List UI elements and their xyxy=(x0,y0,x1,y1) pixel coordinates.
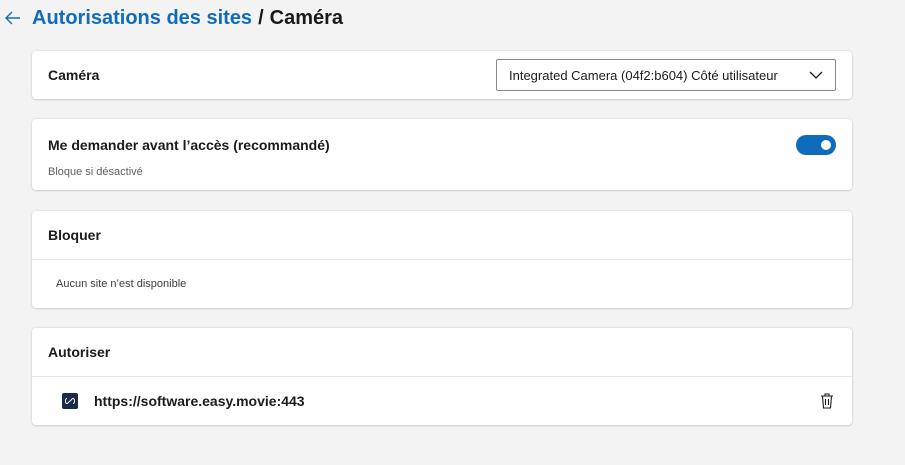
site-favicon-icon xyxy=(62,393,78,409)
list-item: https://software.easy.movie:443 xyxy=(32,377,852,425)
camera-device-select[interactable]: Integrated Camera (04f2:b604) Côté utili… xyxy=(496,59,836,91)
camera-device-card: Caméra Integrated Camera (04f2:b604) Côt… xyxy=(32,51,852,99)
block-header: Bloquer xyxy=(32,211,852,260)
delete-site-button[interactable] xyxy=(818,392,836,410)
ask-before-access-toggle[interactable] xyxy=(796,135,836,155)
breadcrumb-site-permissions-link[interactable]: Autorisations des sites xyxy=(32,7,252,29)
toggle-knob xyxy=(821,140,831,150)
allow-header: Autoriser xyxy=(32,328,852,377)
ask-before-access-card: Me demander avant l’accès (recommandé) B… xyxy=(32,119,852,190)
back-button[interactable] xyxy=(2,7,24,29)
page-header: Autorisations des sites / Caméra xyxy=(0,4,343,32)
block-title: Bloquer xyxy=(48,227,101,243)
block-card: Bloquer Aucun site n’est disponible xyxy=(32,211,852,308)
ask-before-access-sublabel: Bloque si désactivé xyxy=(48,166,143,178)
page-title: Caméra xyxy=(269,6,344,29)
back-arrow-icon xyxy=(5,11,20,25)
breadcrumb: Autorisations des sites / Caméra xyxy=(32,7,343,30)
allow-card: Autoriser https://software.easy.movie:44… xyxy=(32,328,852,425)
allow-title: Autoriser xyxy=(48,344,111,360)
chevron-down-icon xyxy=(809,71,823,79)
site-url-link[interactable]: https://software.easy.movie:443 xyxy=(94,393,305,409)
camera-label: Caméra xyxy=(48,67,100,83)
ask-before-access-label: Me demander avant l’accès (recommandé) xyxy=(48,137,330,153)
breadcrumb-separator: / xyxy=(258,6,264,29)
block-empty-text: Aucun site n’est disponible xyxy=(56,278,187,290)
camera-device-value: Integrated Camera (04f2:b604) Côté utili… xyxy=(509,67,778,83)
trash-icon xyxy=(821,393,833,409)
